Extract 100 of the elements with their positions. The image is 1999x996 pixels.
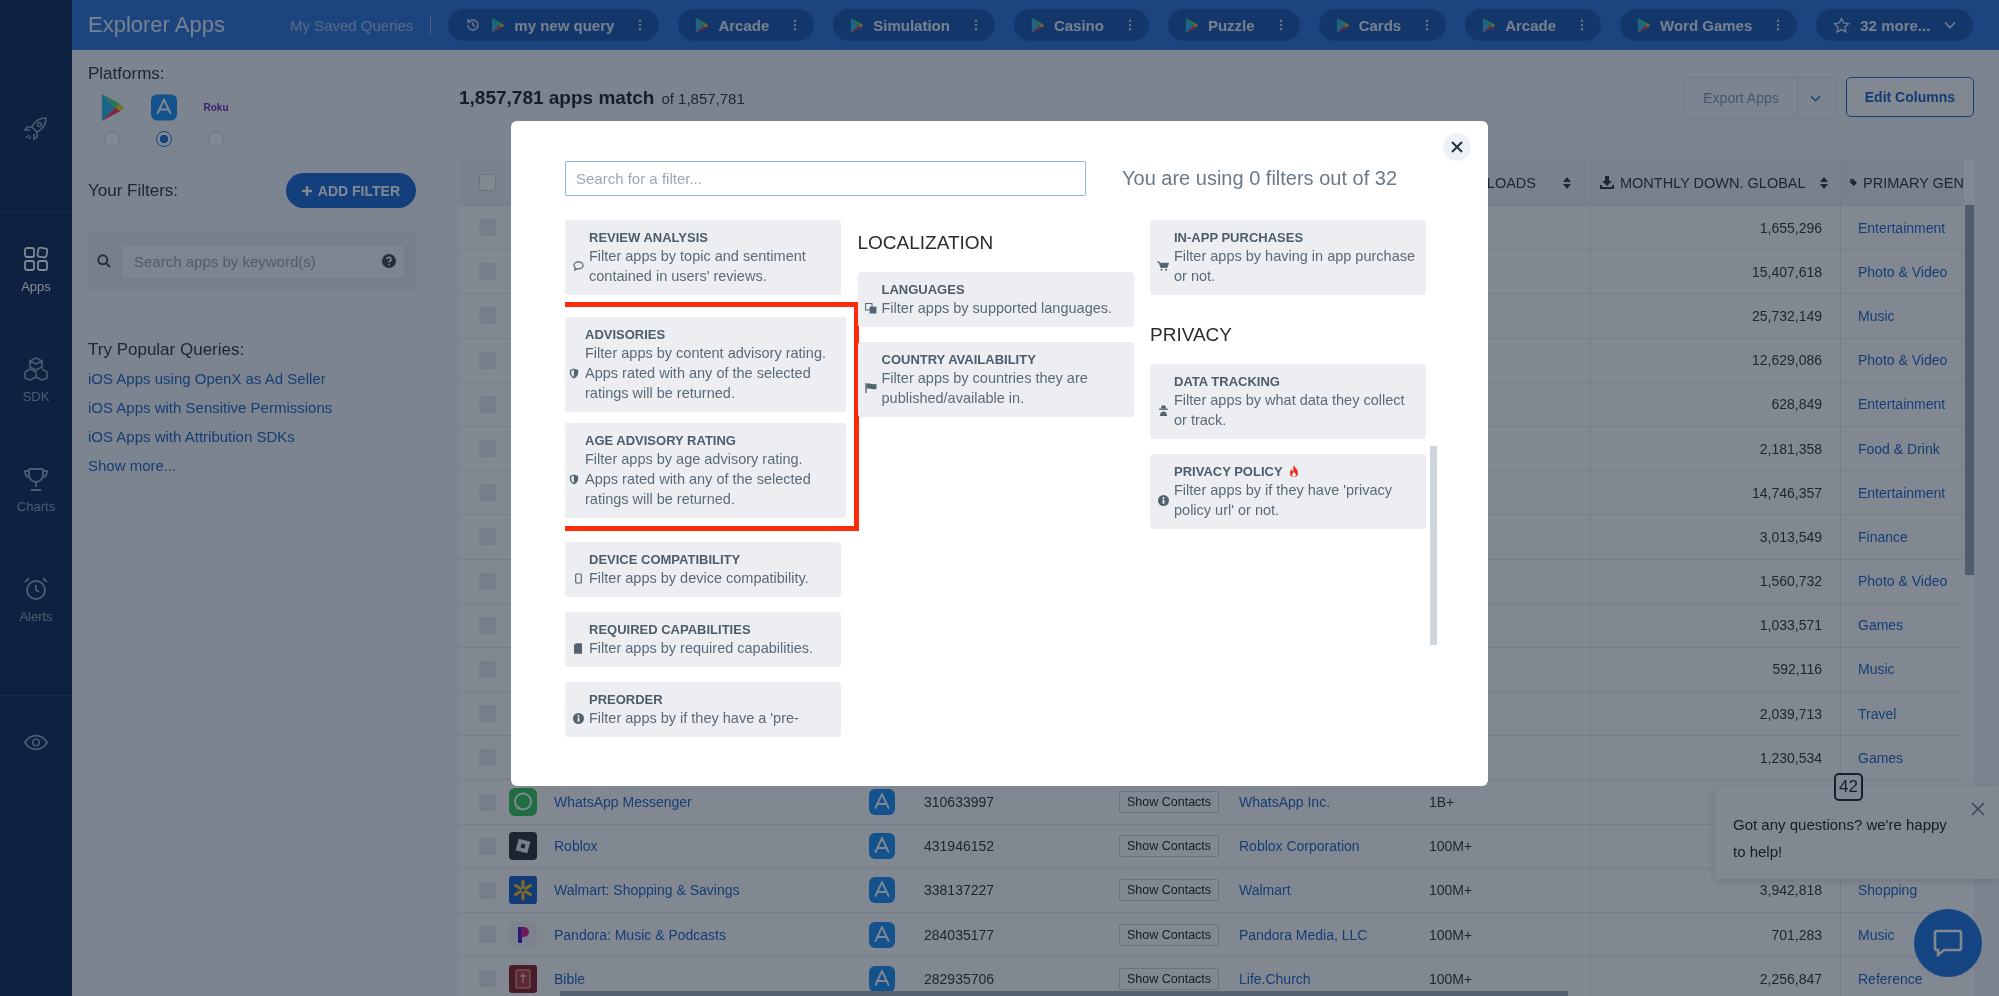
saved-query-tab[interactable]: Casino bbox=[1013, 9, 1149, 41]
more-options-icon[interactable] bbox=[973, 19, 978, 31]
monthly-downloads-value: 628,849 bbox=[1771, 396, 1822, 413]
filter-card[interactable]: AGE ADVISORY RATING Filter apps by age advisory rating. Apps rated with any of the selected ratings will be returned. bbox=[565, 423, 846, 518]
genre-link[interactable]: Games bbox=[1858, 617, 1904, 634]
more-options-icon[interactable] bbox=[1127, 19, 1132, 31]
genre-link[interactable]: Entertainment bbox=[1858, 484, 1946, 501]
genre-link[interactable]: Entertainment bbox=[1858, 219, 1946, 236]
app-name-link[interactable]: Bible bbox=[554, 970, 586, 987]
popular-query-link[interactable]: iOS Apps with Attribution SDKs bbox=[88, 422, 416, 451]
more-queries-button[interactable]: 32 more... bbox=[1816, 9, 1974, 41]
scrollbar[interactable] bbox=[1965, 205, 1974, 575]
genre-link[interactable]: Travel bbox=[1858, 705, 1897, 722]
saved-query-tab[interactable]: Arcade bbox=[678, 9, 815, 41]
genre-link[interactable]: Music bbox=[1858, 307, 1895, 324]
platform-radio[interactable] bbox=[156, 131, 172, 147]
filter-card[interactable]: ADVISORIES Filter apps by content advisory rating. Apps rated with any of the selected ratings will be returned. bbox=[565, 317, 846, 412]
scrollbar[interactable] bbox=[560, 991, 1568, 996]
filter-card[interactable]: DEVICE COMPATIBILITY Filter apps by device compatibility. bbox=[565, 542, 841, 597]
more-options-icon[interactable] bbox=[1580, 19, 1585, 31]
nav-item[interactable]: Alerts bbox=[0, 542, 72, 652]
publisher-link[interactable]: Pandora Media, LLC bbox=[1239, 926, 1368, 943]
select-all-checkbox[interactable] bbox=[478, 174, 496, 191]
nav-item[interactable]: SDK bbox=[0, 322, 72, 432]
saved-query-tab[interactable]: Puzzle bbox=[1167, 9, 1300, 41]
show-contacts-button[interactable]: Show Contacts bbox=[1119, 791, 1220, 814]
monthly-downloads-value: 15,407,618 bbox=[1751, 263, 1822, 280]
saved-query-tab[interactable]: Arcade bbox=[1465, 9, 1602, 41]
nav-label: Alerts bbox=[19, 609, 53, 624]
column-header[interactable]: MONTHLY DOWN. GLOBAL bbox=[1620, 174, 1806, 191]
play-store-icon bbox=[491, 17, 505, 33]
app-name-link[interactable]: Walmart: Shopping & Savings bbox=[554, 882, 740, 899]
filters-label: Your Filters: bbox=[88, 180, 179, 201]
genre-link[interactable]: Shopping bbox=[1858, 882, 1918, 899]
nav-item[interactable]: Charts bbox=[0, 432, 72, 542]
show-more-link[interactable]: Show more... bbox=[88, 451, 416, 480]
filter-card[interactable]: LANGUAGES Filter apps by supported languages. bbox=[857, 272, 1134, 327]
publisher-link[interactable]: Walmart bbox=[1239, 882, 1291, 899]
genre-link[interactable]: Entertainment bbox=[1858, 396, 1946, 413]
publisher-link[interactable]: WhatsApp Inc. bbox=[1239, 794, 1331, 811]
add-filter-button[interactable]: ADD FILTER bbox=[285, 173, 416, 208]
eye-icon[interactable] bbox=[24, 734, 48, 751]
column-header[interactable]: PRIMARY GEN bbox=[1863, 174, 1964, 191]
more-options-icon[interactable] bbox=[1425, 19, 1430, 31]
chat-message: Got any questions? we're happy to help! bbox=[1733, 815, 1948, 862]
genre-link[interactable]: Finance bbox=[1858, 528, 1908, 545]
saved-query-tab[interactable]: my new query bbox=[448, 9, 660, 41]
help-icon[interactable] bbox=[382, 253, 396, 268]
filter-card[interactable]: REVIEW ANALYSIS Filter apps by topic and sentiment contained in users' reviews. bbox=[565, 220, 841, 295]
genre-link[interactable]: Music bbox=[1858, 926, 1895, 943]
saved-query-tab[interactable]: Simulation bbox=[833, 9, 995, 41]
more-options-icon[interactable] bbox=[793, 19, 798, 31]
genre-link[interactable]: Food & Drink bbox=[1858, 440, 1940, 457]
filter-card[interactable]: PREORDER Filter apps by if they have a 'pre- bbox=[565, 682, 841, 737]
saved-query-tab[interactable]: Cards bbox=[1318, 9, 1447, 41]
popular-query-link[interactable]: iOS Apps using OpenX as Ad Seller bbox=[88, 364, 416, 393]
publisher-link[interactable]: Roblox Corporation bbox=[1239, 838, 1360, 855]
close-button[interactable] bbox=[1443, 133, 1471, 161]
download-icon bbox=[1600, 176, 1614, 189]
genre-link[interactable]: Photo & Video bbox=[1858, 573, 1948, 590]
edit-columns-button[interactable]: Edit Columns bbox=[1845, 77, 1974, 117]
monthly-downloads-value: 3,942,818 bbox=[1759, 882, 1822, 899]
filter-card[interactable]: PRIVACY POLICY Filter apps by if they have 'privacy policy url' or not. bbox=[1150, 454, 1426, 529]
filter-description: Filter apps by if they have a 'pre- bbox=[589, 709, 799, 728]
more-options-icon[interactable] bbox=[1776, 19, 1781, 31]
show-contacts-button[interactable]: Show Contacts bbox=[1119, 923, 1220, 946]
column-header[interactable]: LOADS bbox=[1486, 174, 1536, 191]
sort-icon[interactable] bbox=[1819, 176, 1828, 189]
close-icon[interactable] bbox=[1971, 802, 1985, 816]
popular-query-link[interactable]: iOS Apps with Sensitive Permissions bbox=[88, 393, 416, 422]
filter-card[interactable]: COUNTRY AVAILABILITY Filter apps by countries they are published/available in. bbox=[857, 342, 1134, 417]
app-name-link[interactable]: Roblox bbox=[554, 838, 598, 855]
saved-query-tab[interactable]: Word Games bbox=[1620, 9, 1798, 41]
genre-link[interactable]: Reference bbox=[1858, 970, 1923, 987]
filter-title: DEVICE COMPATIBILITY bbox=[589, 551, 741, 568]
filter-search-field[interactable]: Search for a filter... bbox=[565, 161, 1086, 196]
filter-description: Filter apps by supported languages. bbox=[881, 299, 1113, 318]
scrollbar[interactable] bbox=[1430, 446, 1437, 645]
publisher-link[interactable]: Life.Church bbox=[1239, 970, 1311, 987]
star-icon bbox=[1833, 16, 1851, 34]
genre-link[interactable]: Music bbox=[1858, 661, 1895, 678]
filter-title: ADVISORIES bbox=[585, 326, 666, 343]
genre-link[interactable]: Photo & Video bbox=[1858, 263, 1948, 280]
app-name-link[interactable]: Pandora: Music & Podcasts bbox=[554, 926, 726, 943]
filter-card[interactable]: DATA TRACKING Filter apps by what data they collect or track. bbox=[1150, 364, 1426, 439]
sort-icon[interactable] bbox=[1563, 176, 1571, 189]
nav-item[interactable]: Apps bbox=[0, 212, 72, 322]
monthly-downloads-value: 592,116 bbox=[1772, 661, 1822, 678]
genre-link[interactable]: Games bbox=[1858, 749, 1904, 766]
filter-card[interactable]: IN-APP PURCHASES Filter apps by having in app purchase or not. bbox=[1150, 220, 1426, 295]
show-contacts-button[interactable]: Show Contacts bbox=[1119, 835, 1220, 858]
total-count: of 1,857,781 bbox=[661, 90, 745, 107]
more-options-icon[interactable] bbox=[1278, 19, 1283, 31]
filter-description: Filter apps by what data they collect or track. bbox=[1174, 391, 1406, 430]
app-name-link[interactable]: WhatsApp Messenger bbox=[554, 794, 692, 811]
show-contacts-button[interactable]: Show Contacts bbox=[1119, 879, 1220, 902]
more-options-icon[interactable] bbox=[638, 19, 643, 31]
genre-link[interactable]: Photo & Video bbox=[1858, 352, 1948, 369]
show-contacts-button[interactable]: Show Contacts bbox=[1119, 967, 1220, 990]
filter-card[interactable]: REQUIRED CAPABILITIES Filter apps by required capabilities. bbox=[565, 612, 841, 667]
